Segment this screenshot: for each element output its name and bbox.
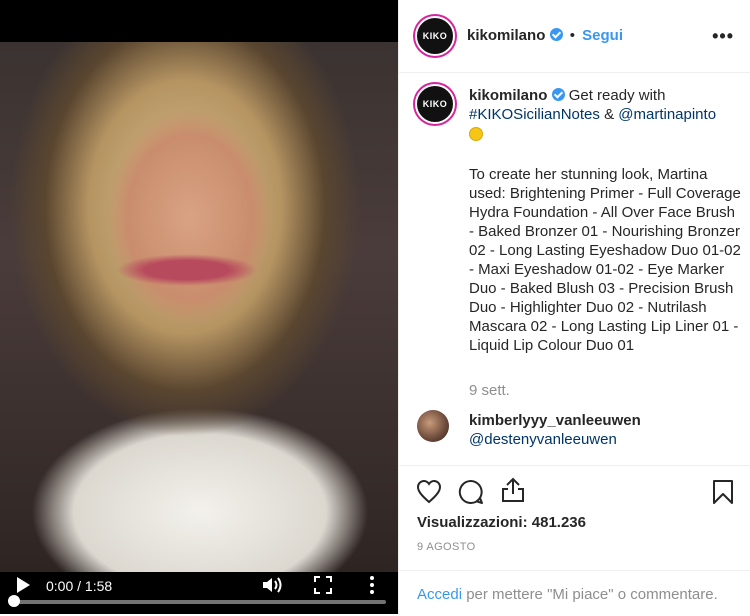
lemon-emoji-icon [469, 127, 483, 141]
post-actions: Visualizzazioni: 481.236 9 AGOSTO Accedi… [399, 465, 750, 615]
video-controls: 0:00 / 1:58 [0, 572, 398, 614]
views-count: Visualizzazioni: 481.236 [417, 514, 586, 531]
fullscreen-icon[interactable] [314, 576, 332, 594]
verified-badge-icon [549, 28, 563, 41]
caption-text: kikomilano Get ready with #KIKOSicilianN… [469, 86, 741, 355]
separator-dot: • [569, 27, 575, 44]
comment-icon[interactable] [458, 479, 484, 505]
caption-intro: Get ready with [568, 87, 666, 104]
volume-icon[interactable] [262, 576, 284, 594]
comment: kimberlyyy_vanleeuwen @destenyvanleeuwen [399, 404, 750, 454]
bookmark-icon[interactable] [710, 479, 736, 505]
login-prompt-text: per mettere "Mi piace" o commentare. [466, 586, 718, 603]
caption-body: To create her stunning look, Martina use… [469, 166, 741, 354]
comment-mention-link[interactable]: @destenyvanleeuwen [469, 431, 617, 448]
more-options-icon[interactable] [366, 575, 378, 595]
options-icon[interactable]: ••• [712, 26, 734, 47]
hashtag-link[interactable]: #KIKOSicilianNotes [469, 106, 600, 123]
video-time: 0:00 / 1:58 [46, 578, 113, 594]
share-icon[interactable] [500, 477, 526, 503]
comment-avatar[interactable] [417, 410, 449, 442]
post-age: 9 sett. [469, 382, 510, 399]
caption-avatar[interactable]: KIKO [415, 84, 455, 124]
post-header: KIKO kikomilano • Segui ••• [399, 0, 750, 73]
login-bar: Accedi per mettere "Mi piace" o commenta… [399, 570, 750, 616]
views-number: 481.236 [531, 514, 586, 531]
progress-bar[interactable] [12, 600, 386, 604]
progress-knob[interactable] [8, 595, 20, 607]
caption-amp: & [604, 106, 615, 123]
post-panel: KIKO kikomilano • Segui ••• KIKO kikomil… [398, 0, 750, 614]
post-date[interactable]: 9 AGOSTO [417, 541, 476, 553]
video-frame[interactable] [0, 42, 398, 572]
header-line: kikomilano • Segui [467, 27, 623, 44]
caption-username-link[interactable]: kikomilano [469, 87, 547, 104]
follow-button[interactable]: Segui [582, 27, 623, 44]
username-link[interactable]: kikomilano [467, 27, 545, 44]
avatar[interactable]: KIKO [415, 16, 455, 56]
avatar-text: KIKO [422, 31, 448, 41]
play-icon[interactable] [14, 576, 32, 594]
verified-badge-icon [551, 88, 565, 101]
caption-avatar-text: KIKO [422, 99, 448, 109]
heart-icon[interactable] [416, 479, 442, 505]
views-label: Visualizzazioni: [417, 514, 528, 531]
login-link[interactable]: Accedi [417, 586, 462, 603]
mention-link[interactable]: @martinapinto [618, 106, 716, 123]
comment-username-link[interactable]: kimberlyyy_vanleeuwen [469, 412, 641, 429]
video-player[interactable]: 0:00 / 1:58 [0, 0, 398, 614]
